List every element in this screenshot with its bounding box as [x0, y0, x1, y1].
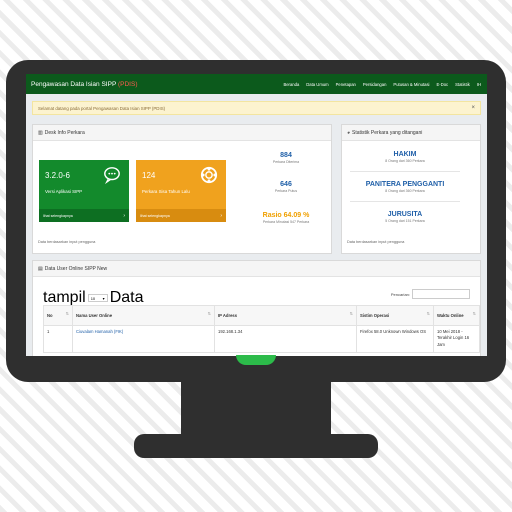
page-size-value: 10 [90, 295, 96, 301]
nav-item-beranda[interactable]: Beranda [283, 82, 299, 87]
tile-sipp-version[interactable]: 3.2.0-6 Versi Aplikasi SIPP lihat seleng… [39, 160, 129, 222]
stat-ratio: Rasio 64.09 % Perkara Minutasi 547 Perka… [238, 212, 334, 224]
top-navbar: Pengawasan Data Isian SIPP (PDIS) Berand… [26, 74, 487, 94]
desk-info-panel: ▥ Desk Info Perkara 3.2.0-6 Versi Aplika… [32, 124, 332, 254]
chevron-down-icon: ▾ [102, 295, 105, 301]
table-header-row: No ⇅ Nama User Online ⇅ IP Adress ⇅ Sistim … [43, 305, 480, 326]
monitor-power-indicator [236, 355, 276, 365]
stat-received: 884 Perkara Diterima [238, 152, 334, 164]
search-label: Pencarian: [390, 291, 410, 297]
tile-pending-cases-footer[interactable]: lihat selengkapnya › [136, 209, 226, 222]
stat-decided-caption: Perkara Putus [274, 189, 298, 193]
monitor-stand-base [134, 434, 378, 458]
cell-os: Firefox 58.0 Unknown Windows OS [356, 325, 434, 353]
stat-hakim-caption: 8 Orang dari 360 Perkara [385, 159, 425, 163]
sort-icon: ⇅ [207, 311, 211, 316]
cell-time: 10 Mei 2018 - Terakhir Login 16 Jam [433, 325, 480, 353]
tile-pending-cases-label: Perkara Sisa Tahun Lalu [142, 189, 190, 194]
chevron-right-icon: › [123, 212, 125, 219]
page-size-select[interactable]: 10 ▾ [87, 294, 108, 302]
nav-links: Beranda Data Umum Penetapan Persidangan … [283, 82, 487, 87]
pie-chart-icon: ◕ [347, 129, 351, 136]
tile-sipp-version-label: Versi Aplikasi SIPP [45, 189, 83, 194]
alert-close-icon[interactable]: × [471, 105, 475, 111]
search-input[interactable] [412, 289, 470, 299]
stat-jurusita-caption: 5 Orang dari 151 Perkara [385, 219, 425, 223]
tile-pending-cases[interactable]: 124 Perkara Sisa Tahun Lalu lihat seleng… [136, 160, 226, 222]
nav-item-ih[interactable]: IH [477, 82, 481, 87]
case-stats-header: ◕ Statistik Perkara yang ditangani [342, 125, 480, 141]
stat-received-value: 884 [280, 152, 292, 159]
tile-sipp-version-value: 3.2.0-6 [45, 171, 70, 180]
users-online-header: ▤ Data User Online SIPP New [33, 261, 480, 277]
column-header-no[interactable]: No ⇅ [43, 305, 73, 326]
column-header-label: IP Adress [218, 313, 238, 318]
users-online-panel: ▤ Data User Online SIPP New tampil 10 ▾ … [32, 260, 481, 356]
chart-icon: ▥ [38, 129, 43, 136]
nav-item-statistik[interactable]: Statistik [455, 82, 470, 87]
brand-text: Pengawasan Data Isian SIPP [31, 80, 117, 88]
nav-item-persidangan[interactable]: Persidangan [363, 82, 387, 87]
brand-accent: (PDIS) [117, 80, 138, 88]
cell-no: 1 [43, 325, 73, 353]
user-name-link[interactable]: Ciuvalam Hamanah (FIK) [76, 329, 123, 334]
stat-decided-value: 646 [280, 181, 292, 188]
sort-icon: ⇅ [349, 311, 353, 316]
desk-info-header: ▥ Desk Info Perkara [33, 125, 331, 141]
table-row: 1 Ciuvalam Hamanah (FIK) 192.168.1.34 Fi… [43, 325, 480, 353]
nav-item-penetapan[interactable]: Penetapan [336, 82, 356, 87]
stat-panitera: PANITERA PENGGANTI 8 Orang dari 360 Perk… [342, 181, 468, 193]
tile-sipp-version-link: lihat selengkapnya [43, 213, 73, 218]
nav-item-data-umum[interactable]: Data Umum [306, 82, 328, 87]
lifebuoy-icon [200, 166, 218, 184]
column-header-label: Sistim Operasi [360, 313, 390, 318]
case-stats-panel: ◕ Statistik Perkara yang ditangani HAKIM… [341, 124, 481, 254]
monitor-screen: Pengawasan Data Isian SIPP (PDIS) Berand… [26, 74, 487, 356]
case-stats-footer: Data berdasarkan input pengguna [347, 240, 405, 244]
desk-info-footer: Data berdasarkan input pengguna [38, 240, 96, 244]
divider [350, 171, 460, 172]
column-header-os[interactable]: Sistim Operasi ⇅ [356, 305, 434, 326]
cell-ip: 192.168.1.34 [214, 325, 357, 353]
stat-ratio-caption: Perkara Minutasi 547 Perkara [262, 220, 310, 224]
column-header-time[interactable]: Waktu Online ⇅ [433, 305, 480, 326]
welcome-alert: Selamat datang pada portal Pengawasan Da… [32, 101, 481, 115]
divider [350, 201, 460, 202]
users-online-title: Data User Online SIPP New [44, 265, 108, 272]
alert-text: Selamat datang pada portal Pengawasan Da… [38, 105, 166, 111]
stat-jurusita: JURUSITA 5 Orang dari 151 Perkara [342, 211, 468, 223]
column-header-ip[interactable]: IP Adress ⇅ [214, 305, 357, 326]
tile-sipp-version-footer[interactable]: lihat selengkapnya › [39, 209, 129, 222]
stat-panitera-title: PANITERA PENGGANTI [365, 181, 445, 188]
cell-name: Ciuvalam Hamanah (FIK) [72, 325, 215, 353]
sort-icon: ⇅ [65, 311, 69, 316]
stat-jurusita-title: JURUSITA [387, 211, 423, 218]
stat-hakim-title: HAKIM [393, 151, 417, 158]
search-control: Pencarian: [391, 289, 470, 299]
tile-pending-cases-value: 124 [142, 171, 156, 180]
monitor-stand-neck [181, 382, 331, 436]
chat-bubble-icon [104, 167, 120, 184]
case-stats-title: Statistik Perkara yang ditangani [352, 129, 423, 136]
nav-item-putusan-minutasi[interactable]: Putusan & Minutasi [393, 82, 429, 87]
stat-received-caption: Perkara Diterima [272, 160, 300, 164]
table-icon: ▤ [38, 265, 43, 272]
column-header-label: Nama User Online [76, 313, 113, 318]
chevron-right-icon: › [220, 212, 222, 219]
nav-item-edoc[interactable]: E-Doc [437, 82, 449, 87]
users-online-table: No ⇅ Nama User Online ⇅ IP Adress ⇅ Sistim … [43, 305, 480, 353]
sort-icon: ⇅ [472, 311, 476, 316]
tile-pending-cases-link: lihat selengkapnya [140, 213, 170, 218]
stat-hakim: HAKIM 8 Orang dari 360 Perkara [342, 151, 468, 163]
sort-icon: ⇅ [426, 311, 430, 316]
stat-ratio-value: Rasio 64.09 % [262, 212, 310, 219]
brand-title[interactable]: Pengawasan Data Isian SIPP (PDIS) [26, 81, 137, 88]
stat-decided: 646 Perkara Putus [238, 181, 334, 193]
column-header-label: No [47, 313, 53, 318]
column-header-label: Waktu Online [437, 313, 464, 318]
column-header-name[interactable]: Nama User Online ⇅ [72, 305, 215, 326]
desk-info-title: Desk Info Perkara [44, 129, 85, 136]
stat-panitera-caption: 8 Orang dari 360 Perkara [385, 189, 425, 193]
